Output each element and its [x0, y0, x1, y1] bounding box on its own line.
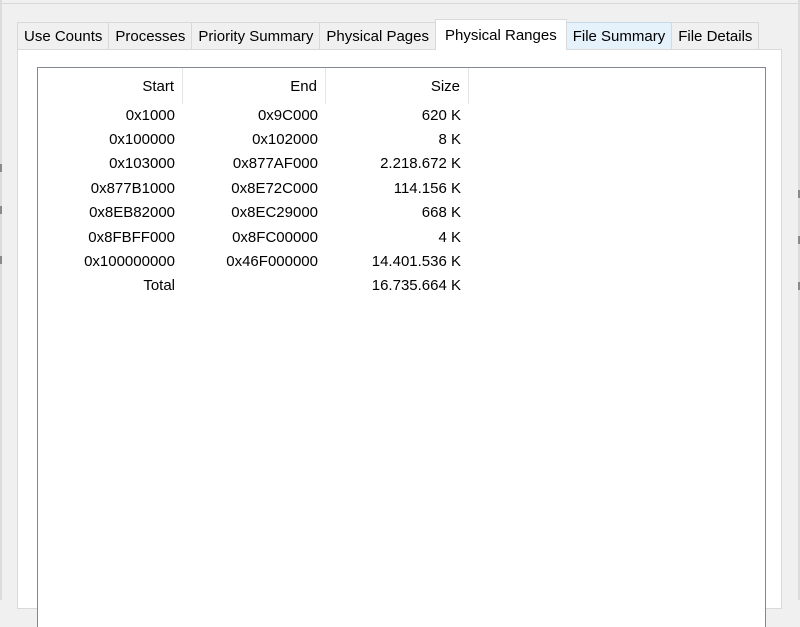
- cell-size: 114.156 K: [393, 180, 461, 197]
- cell-end: 0x877AF000: [232, 155, 318, 172]
- table-row[interactable]: 0x8FBFF000 0x8FC00000 4 K: [38, 226, 765, 250]
- cell-start: 0x8FBFF000: [88, 229, 175, 246]
- cell-start: 0x1000: [125, 107, 175, 124]
- tab-processes[interactable]: Processes: [108, 22, 193, 50]
- cell-start: 0x100000000: [84, 253, 175, 270]
- table-row[interactable]: 0x100000 0x102000 8 K: [38, 128, 765, 152]
- cell-end: 0x9C000: [257, 107, 318, 124]
- table-row[interactable]: 0x103000 0x877AF000 2.218.672 K: [38, 152, 765, 176]
- cell-end: [183, 274, 326, 298]
- tab-physical-ranges[interactable]: Physical Ranges: [434, 19, 567, 50]
- tab-use-counts[interactable]: Use Counts: [17, 22, 110, 50]
- physical-ranges-list[interactable]: Start End Size 0x1000 0x9C000 620 K 0x10…: [37, 67, 766, 627]
- column-header-end[interactable]: End: [183, 68, 326, 104]
- physical-ranges-page: Start End Size 0x1000 0x9C000 620 K 0x10…: [17, 49, 782, 627]
- cell-size: 668 K: [421, 204, 461, 221]
- cell-start: 0x8EB82000: [89, 204, 175, 221]
- cell-size: 620 K: [421, 107, 461, 124]
- cell-start: 0x100000: [109, 131, 175, 148]
- tab-physical-pages[interactable]: Physical Pages: [319, 22, 436, 50]
- window: Use Counts Processes Priority Summary Ph…: [0, 0, 800, 627]
- table-row[interactable]: 0x877B1000 0x8E72C000 114.156 K: [38, 177, 765, 201]
- column-header-start[interactable]: Start: [38, 68, 183, 104]
- left-window-edge: [0, 0, 2, 600]
- cell-size: 2.218.672 K: [380, 155, 461, 172]
- cell-size: 4 K: [438, 229, 461, 246]
- cell-end: 0x102000: [252, 131, 318, 148]
- cell-end: 0x46F000000: [226, 253, 318, 270]
- tab-file-summary[interactable]: File Summary: [565, 22, 673, 50]
- cell-end: 0x8EC29000: [231, 204, 318, 221]
- cell-total-size: 16.735.664 K: [371, 277, 461, 294]
- cell-end: 0x8FC00000: [232, 229, 318, 246]
- list-header: Start End Size: [38, 68, 765, 104]
- table-row[interactable]: 0x1000 0x9C000 620 K: [38, 104, 765, 128]
- column-header-size[interactable]: Size: [326, 68, 469, 104]
- tab-strip: Use Counts Processes Priority Summary Ph…: [17, 19, 760, 50]
- cell-end: 0x8E72C000: [231, 180, 318, 197]
- top-divider: [0, 3, 800, 4]
- cell-size: 14.401.536 K: [371, 253, 461, 270]
- cell-start: 0x103000: [109, 155, 175, 172]
- table-row-total[interactable]: Total 16.735.664 K: [38, 274, 765, 298]
- table-row[interactable]: 0x8EB82000 0x8EC29000 668 K: [38, 201, 765, 225]
- tab-priority-summary[interactable]: Priority Summary: [191, 22, 321, 50]
- cell-start: 0x877B1000: [90, 180, 175, 197]
- table-row[interactable]: 0x100000000 0x46F000000 14.401.536 K: [38, 250, 765, 274]
- tab-file-details[interactable]: File Details: [671, 22, 760, 50]
- cell-total-label: Total: [143, 277, 175, 294]
- cell-size: 8 K: [438, 131, 461, 148]
